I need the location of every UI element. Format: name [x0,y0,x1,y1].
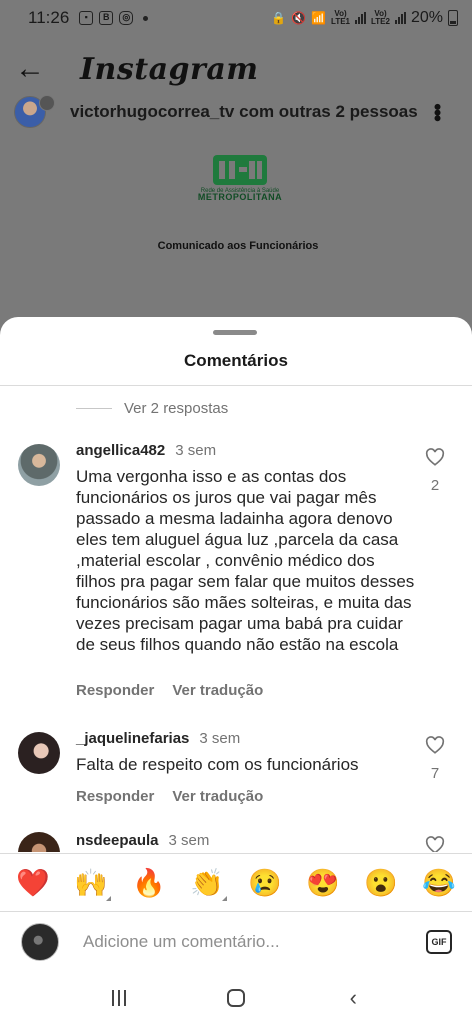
reply-button[interactable]: Responder [76,682,154,699]
post-author[interactable]: victorhugocorrea_tv com outras 2 pessoas [70,102,418,122]
brand-logo-icon [213,155,267,185]
gif-button[interactable]: GIF [426,929,452,954]
avatar[interactable] [18,832,60,852]
skin-tone-indicator [222,895,227,901]
app-header: ← Instagram [0,40,472,98]
emoji-raised-hands-glyph: 🙌 [74,867,108,898]
back-nav-button[interactable]: ‹ [333,978,373,1018]
comment-composer: GIF [0,911,472,971]
translate-button[interactable]: Ver tradução [172,788,263,805]
comment-time: 3 sem [168,832,210,849]
comment-time: 3 sem [175,442,217,459]
reply-button[interactable]: Responder [76,788,154,805]
chevron-left-icon: ‹ [349,984,357,1010]
emoji-surprised[interactable]: 😮 [359,867,403,899]
comment-actions: Responder Ver tradução [76,788,263,805]
emoji-bar: ❤️ 🙌 🔥 👏 😢 😍 😮 😂 [0,853,472,911]
avatar[interactable] [18,732,60,774]
skin-tone-indicator [106,895,111,901]
comment-item: nsdeepaula 3 sem [0,832,472,852]
lock-icon: 🔒 [271,11,287,25]
comment-header: angellica482 3 sem [76,442,216,459]
comment-username[interactable]: nsdeepaula [76,832,159,849]
drag-handle[interactable] [213,330,257,335]
instagram-logo: Instagram [80,51,259,87]
dot-icon [143,15,149,21]
post-author-row: victorhugocorrea_tv com outras 2 pessoas… [0,92,472,132]
comment-item: _jaquelinefarias 3 sem Falta de respeito… [0,730,472,820]
more-options-button[interactable]: ••• [424,103,450,120]
signal-icon [394,12,406,24]
comments-sheet: Comentários Ver 2 respostas angellica482… [0,317,472,1024]
signal-icon [355,12,366,24]
brand-name: METROPOLITANA [197,192,283,202]
arrow-left-icon: ← [15,52,45,85]
sheet-title: Comentários [184,351,288,370]
recent-apps-button[interactable] [99,978,139,1018]
author-avatar[interactable] [14,95,55,128]
comment-username[interactable]: _jaquelinefarias [76,730,189,747]
emoji-heart-eyes[interactable]: 😍 [301,867,345,899]
author-suffix[interactable]: com outras 2 pessoas [239,102,418,121]
emoji-clap-glyph: 👏 [190,867,224,898]
like-count: 2 [430,477,440,494]
author-username[interactable]: victorhugocorrea_tv [70,102,234,121]
status-icons: 🔒 🔇 📶 Vo) LTE1 Vo) LTE2 20% [271,9,458,27]
home-icon [226,988,245,1007]
more-vertical-icon: ••• [425,103,450,121]
emoji-clap[interactable]: 👏 [185,867,229,901]
comment-header: _jaquelinefarias 3 sem [76,730,240,747]
view-replies-label[interactable]: Ver 2 respostas [124,400,228,417]
emoji-laughing[interactable]: 😂 [417,867,461,899]
avatar[interactable] [18,444,60,486]
translate-button[interactable]: Ver tradução [172,682,263,699]
status-bar: 11:26 ▪ B ◎ 🔒 🔇 📶 Vo) LTE1 Vo) LTE2 20% [0,0,472,36]
recent-apps-icon [111,989,126,1006]
emoji-heart[interactable]: ❤️ [11,867,55,899]
photo-icon: ▪ [79,11,94,25]
like-button[interactable]: 2 [420,448,450,494]
volte2-label: Vo) LTE2 [371,9,390,26]
instagram-icon: ◎ [119,11,134,25]
mute-icon: 🔇 [291,11,307,25]
battery-percent: 20% [410,9,443,26]
b-icon: B [99,11,114,25]
emoji-fire[interactable]: 🔥 [127,867,171,899]
volte1-label: Vo) LTE1 [331,9,350,26]
view-replies-button[interactable]: Ver 2 respostas [76,400,228,417]
battery-icon [448,10,458,26]
comment-item: angellica482 3 sem Uma vergonha isso e a… [0,442,472,702]
heart-icon [425,448,445,466]
comment-header: nsdeepaula 3 sem [76,832,209,849]
emoji-crying[interactable]: 😢 [243,867,287,899]
comment-username[interactable]: angellica482 [76,442,165,459]
like-count: 7 [430,765,440,782]
divider [76,408,112,409]
back-button[interactable]: ← [0,40,60,98]
my-avatar [21,922,59,961]
home-button[interactable] [216,978,256,1018]
comment-input[interactable] [83,931,383,952]
like-button[interactable]: 7 [420,736,450,782]
status-time: 11:26 [28,8,70,27]
comment-text: Falta de respeito com os funcionários [76,755,359,774]
emoji-raised-hands[interactable]: 🙌 [69,867,113,901]
post-image[interactable]: Rede de Assistência à Saúde METROPOLITAN… [0,140,472,320]
wifi-icon: 📶 [311,11,327,25]
heart-icon [425,736,445,754]
post-caption: Comunicado aos Funcionários [157,240,319,252]
heart-icon [425,836,445,852]
comment-actions: Responder Ver tradução [76,682,263,699]
comment-time: 3 sem [199,730,241,747]
comments-list[interactable]: Ver 2 respostas angellica482 3 sem Uma v… [0,386,472,852]
like-button[interactable] [420,836,450,852]
system-nav-bar: ‹ [0,971,472,1024]
comment-text: Uma vergonha isso e as contas dos funcio… [76,467,415,654]
